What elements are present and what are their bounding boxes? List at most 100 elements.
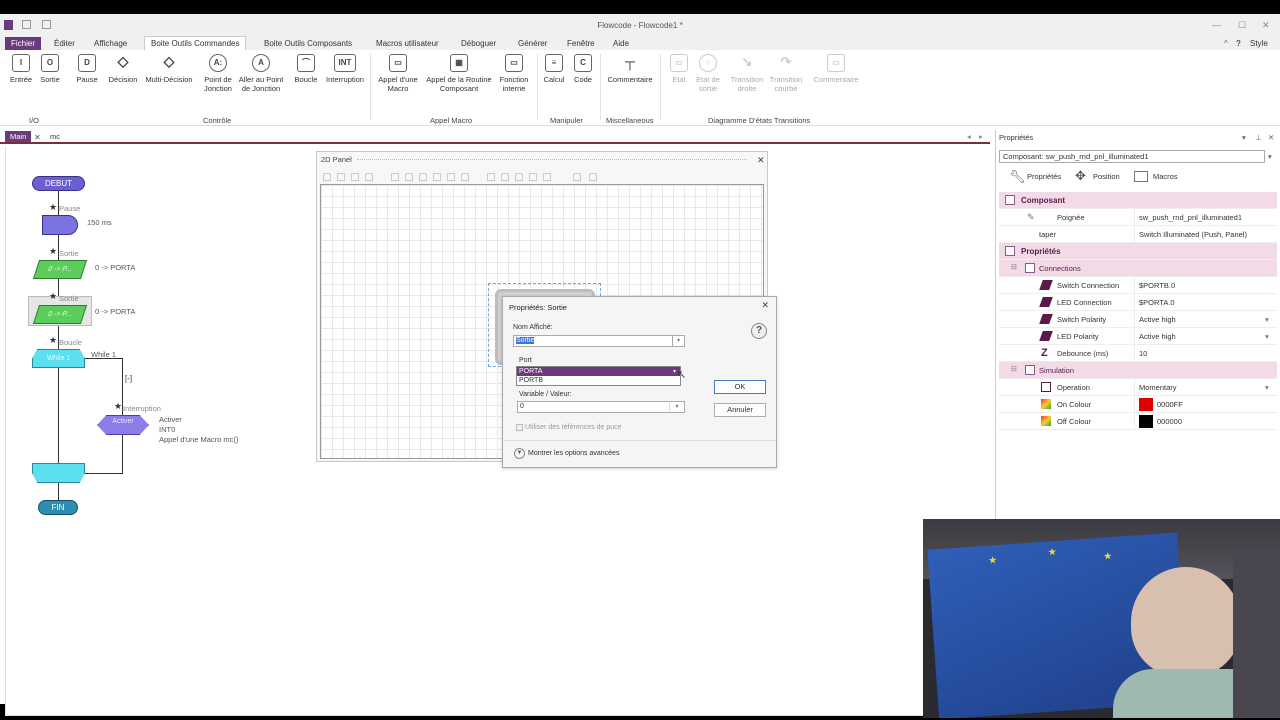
ok-button[interactable]: OK (714, 380, 766, 394)
row-on-colour[interactable]: On Colour 0000FF (999, 396, 1277, 413)
align-icon[interactable] (433, 173, 441, 181)
expand-chevron-icon[interactable]: ▼ (514, 448, 525, 459)
menu-aide[interactable]: Aide (609, 38, 633, 49)
align-icon[interactable] (405, 173, 413, 181)
etat-button[interactable]: ▭ Etat (668, 54, 690, 84)
point-de-jonction-button[interactable]: A: Point de Jonction (201, 54, 235, 93)
menu-affichage[interactable]: Affichage (90, 38, 131, 49)
distribute-icon[interactable] (515, 173, 523, 181)
transition-droite-button[interactable]: ↘ Transition droite (728, 54, 766, 93)
code-button[interactable]: C Code (570, 54, 596, 84)
sortie-button[interactable]: O Sortie (37, 54, 63, 84)
variable-field[interactable]: 0 (517, 401, 685, 413)
tab-proprietes[interactable]: Propriétés (1027, 172, 1061, 181)
tool-icon[interactable] (323, 173, 331, 181)
tool-icon[interactable] (365, 173, 373, 181)
align-icon[interactable] (419, 173, 427, 181)
port-dropdown-arrow-icon[interactable]: ▾ (673, 368, 676, 375)
tab-position[interactable]: Position (1093, 172, 1120, 181)
appel-routine-composant-button[interactable]: ▦ Appel de la Routine Composant (423, 54, 495, 93)
align-icon[interactable] (391, 173, 399, 181)
dialog-close-icon[interactable]: ✕ (761, 300, 769, 311)
panel-menu-icon[interactable]: ▾ (1242, 133, 1246, 142)
tab-macros[interactable]: Macros (1153, 172, 1178, 181)
commentaire-etat-button[interactable]: ▭ Commentaire (810, 54, 862, 84)
entree-button[interactable]: I Entrée (8, 54, 34, 84)
while-loop-block[interactable]: While 1 (32, 349, 85, 368)
minimize-icon[interactable]: — (1212, 20, 1221, 30)
align-icon[interactable] (447, 173, 455, 181)
align-icon[interactable] (461, 173, 469, 181)
style-menu[interactable]: Style (1246, 38, 1272, 49)
row-taper[interactable]: taper Switch Illuminated (Push, Panel) (999, 226, 1277, 243)
on-colour-swatch[interactable] (1139, 398, 1153, 411)
distribute-icon[interactable] (529, 173, 537, 181)
collapse-toggle[interactable]: [-] (125, 374, 132, 383)
tab-scroll-right-icon[interactable]: ▸ (974, 131, 988, 142)
port-option-porta[interactable]: PORTA (517, 367, 680, 376)
row-off-colour[interactable]: Off Colour 000000 (999, 413, 1277, 430)
loop-end-block[interactable] (32, 463, 85, 483)
row-debounce[interactable]: Z Debounce (ms) 10 (999, 345, 1277, 362)
row-poignee[interactable]: ✎ Poignée sw_push_rnd_pnl_illuminated1 (999, 209, 1277, 226)
collapse-icon[interactable]: ⊟ (1011, 263, 1021, 273)
aller-au-point-button[interactable]: A Aller au Point de Jonction (236, 54, 286, 93)
grid-icon[interactable] (573, 173, 581, 181)
row-led-polarity[interactable]: LED Polarity Active high ▾ (999, 328, 1277, 345)
row-led-connection[interactable]: LED Connection $PORTA.0 (999, 294, 1277, 311)
name-dropdown-icon[interactable]: ▾ (673, 335, 685, 347)
sortie1-block[interactable]: 0 -> P... (32, 260, 88, 279)
off-colour-swatch[interactable] (1139, 415, 1153, 428)
tab-mc[interactable]: mc (45, 131, 65, 142)
menu-fichier[interactable]: Fichier (5, 37, 42, 50)
advanced-options-link[interactable]: Montrer les options avancées (528, 450, 619, 457)
transition-courbe-button[interactable]: ↷ Transition courbé (767, 54, 805, 93)
menu-deboguer[interactable]: Déboguer (457, 38, 500, 49)
section-proprietes[interactable]: Propriétés (999, 243, 1277, 260)
close-icon[interactable]: ✕ (1262, 20, 1270, 31)
panel-close-icon[interactable]: ✕ (753, 152, 767, 166)
fonction-interne-button[interactable]: ▭ Fonction interne (496, 54, 532, 93)
appel-macro-button[interactable]: ▭ Appel d'une Macro (375, 54, 421, 93)
pause-button[interactable]: D Pause (74, 54, 100, 84)
menu-macros-utilisateur[interactable]: Macros utilisateur (372, 38, 443, 49)
debut-terminal[interactable]: DEBUT (32, 176, 85, 191)
panel-close-icon[interactable]: ✕ (1268, 133, 1274, 142)
menu-generer[interactable]: Générer (514, 38, 551, 49)
menu-boite-outils-commandes[interactable]: Boite Outils Commandes (144, 36, 247, 50)
collapse-icon[interactable]: ⊟ (1011, 365, 1021, 375)
tool-icon[interactable] (337, 173, 345, 181)
pin-icon[interactable]: ⊥ (1255, 133, 1262, 142)
dropdown-arrow-icon[interactable]: ▾ (1265, 332, 1269, 341)
dropdown-arrow-icon[interactable]: ▾ (1265, 383, 1269, 392)
menu-boite-outils-composants[interactable]: Boite Outils Composants (260, 38, 356, 49)
commentaire-button[interactable]: ┬ Commentaire (604, 54, 656, 85)
section-simulation[interactable]: ⊟ Simulation (999, 362, 1277, 379)
calcul-button[interactable]: ≡ Calcul (541, 54, 567, 84)
dropdown-arrow-icon[interactable]: ▾ (1265, 315, 1269, 324)
tab-main[interactable]: Main (5, 131, 32, 142)
interrupt-block[interactable]: Activer (97, 415, 149, 435)
menu-fenetre[interactable]: Fenêtre (563, 38, 599, 49)
port-dropdown-list[interactable]: PORTA PORTB ▾ (516, 366, 681, 386)
sortie2-block[interactable]: 0 -> P... (32, 305, 88, 324)
row-switch-connection[interactable]: Switch Connection $PORTB.0 (999, 277, 1277, 294)
help-icon[interactable]: ? (751, 323, 767, 339)
section-connections[interactable]: ⊟ Connections (999, 260, 1277, 277)
fin-terminal[interactable]: FIN (38, 500, 78, 515)
tool-icon[interactable] (351, 173, 359, 181)
distribute-icon[interactable] (487, 173, 495, 181)
boucle-button[interactable]: ⌒ Boucle (292, 54, 320, 84)
distribute-icon[interactable] (543, 173, 551, 181)
row-switch-polarity[interactable]: Switch Polarity Active high ▾ (999, 311, 1277, 328)
help-icon[interactable]: ? (1232, 38, 1245, 49)
etat-de-sortie-button[interactable]: ○ Etat de sortie (692, 54, 724, 93)
port-option-portb[interactable]: PORTB (517, 376, 680, 385)
grid-icon[interactable] (589, 173, 597, 181)
row-operation[interactable]: Operation Momentary ▾ (999, 379, 1277, 396)
decision-button[interactable]: ◇ Décision (106, 54, 140, 85)
section-composant[interactable]: Composant (999, 192, 1277, 209)
close-tab-icon[interactable]: ✕ (34, 133, 41, 142)
cancel-button[interactable]: Annuler (714, 403, 766, 417)
variable-dropdown-icon[interactable]: ▾ (669, 401, 685, 413)
